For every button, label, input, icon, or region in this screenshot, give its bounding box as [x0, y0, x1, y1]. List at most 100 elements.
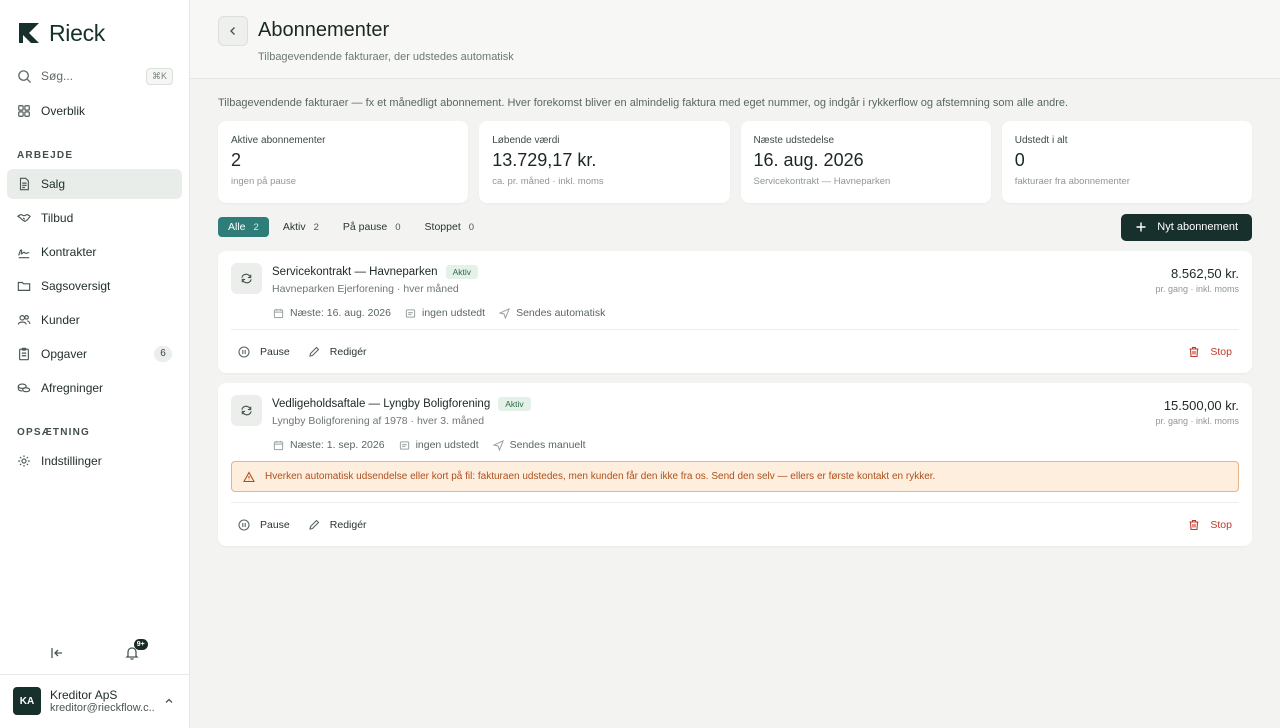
sidebar-tools: 9+	[0, 631, 189, 675]
status-badge: Aktiv	[445, 265, 478, 279]
stat-card-issued-total: Udstedt i alt 0 fakturaer fra abonnement…	[1001, 121, 1252, 203]
filter-label: På pause	[342, 221, 388, 233]
account-email: kreditor@rieckflow.c...	[50, 702, 154, 714]
collapse-sidebar-icon[interactable]	[49, 645, 65, 661]
subscription-title[interactable]: Servicekontrakt — Havneparken	[272, 266, 438, 278]
trash-icon	[1189, 519, 1199, 530]
section-label-work: ARBEJDE	[17, 150, 74, 161]
account-name: Kreditor ApS	[50, 688, 118, 702]
account-switcher[interactable]: KA Kreditor ApS kreditor@rieckflow.c...	[0, 675, 189, 728]
intro-text: Tilbagevendende fakturaer — fx et månedl…	[218, 97, 1069, 109]
subscription-title[interactable]: Vedligeholdsaftale — Lyngby Boligforenin…	[272, 398, 490, 410]
page-subtitle: Tilbagevendende fakturaer, der udstedes …	[258, 51, 514, 63]
edit-button[interactable]: Redigér	[308, 346, 367, 358]
main-content: Abonnementer Tilbagevendende fakturaer, …	[190, 0, 1280, 728]
nav-label: Afregninger	[41, 381, 104, 395]
pause-button[interactable]: Pause	[238, 519, 290, 531]
filter-tab-all[interactable]: Alle 2	[218, 217, 269, 237]
stat-note: ca. pr. måned · inkl. moms	[492, 176, 604, 187]
meta-text: Næste: 1. sep. 2026	[290, 439, 385, 451]
meta-text: Sendes automatisk	[516, 307, 606, 319]
action-label: Stop	[1210, 518, 1232, 531]
meta-text: ingen udstedt	[422, 307, 486, 319]
filter-count: 2	[313, 221, 319, 233]
recurring-icon-box	[231, 263, 262, 294]
trash-icon	[1189, 346, 1199, 357]
subscription-meta: Næste: 16. aug. 2026 ingen udstedt Sende…	[273, 307, 1239, 319]
filter-label: Stoppet	[424, 221, 461, 233]
status-badge: Aktiv	[498, 397, 531, 411]
issued-count: ingen udstedt	[405, 307, 485, 319]
refresh-icon	[241, 273, 252, 284]
pause-button[interactable]: Pause	[238, 346, 290, 358]
nav-item-settings[interactable]: Indstillinger	[7, 446, 182, 476]
nav-item-afregninger[interactable]: Afregninger	[7, 373, 182, 403]
subscription-card: Vedligeholdsaftale — Lyngby Boligforenin…	[218, 383, 1252, 546]
gear-icon	[18, 455, 30, 467]
filter-tab-paused[interactable]: På pause 0	[333, 217, 411, 237]
stat-card-running-value: Løbende værdi 13.729,17 kr. ca. pr. måne…	[479, 121, 730, 203]
nav-label: Sagsoversigt	[41, 279, 111, 293]
nav-label: Kunder	[41, 313, 80, 327]
tasks-count-badge: 6	[154, 346, 172, 362]
stat-value: 0	[1014, 150, 1025, 170]
issued-count: ingen udstedt	[399, 439, 479, 451]
content-area: Tilbagevendende fakturaer — fx et månedl…	[190, 79, 1280, 546]
filter-tab-active[interactable]: Aktiv 2	[273, 217, 329, 237]
stat-value: 13.729,17 kr.	[492, 150, 597, 170]
folder-icon	[17, 281, 31, 291]
filter-tab-stopped[interactable]: Stoppet 0	[415, 217, 485, 237]
filter-label: Aktiv	[282, 221, 306, 233]
filter-count: 0	[395, 221, 401, 233]
logo-icon	[19, 23, 39, 43]
stat-note: fakturaer fra abonnementer	[1014, 176, 1130, 187]
section-label-setup: OPSÆTNING	[17, 427, 91, 438]
button-label: Nyt abonnement	[1157, 221, 1238, 233]
stat-label: Aktive abonnementer	[231, 135, 326, 146]
nav-label: Indstillinger	[41, 454, 102, 468]
nav-item-tilbud[interactable]: Tilbud	[7, 203, 182, 233]
nav-item-kunder[interactable]: Kunder	[7, 305, 182, 335]
sidebar-footer: 9+ KA Kreditor ApS kreditor@rieckflow.c.…	[0, 631, 189, 728]
plus-icon	[1136, 222, 1146, 232]
clipboard-icon	[19, 347, 29, 361]
nav-item-overview[interactable]: Overblik	[7, 96, 182, 126]
subscription-actions: Pause Redigér Stop	[231, 330, 1239, 373]
nav-label: Overblik	[41, 104, 86, 118]
next-date: Næste: 16. aug. 2026	[273, 307, 391, 319]
meta-text: Næste: 16. aug. 2026	[290, 307, 391, 319]
stat-value: 16. aug. 2026	[753, 150, 864, 170]
notifications-button[interactable]: 9+	[124, 638, 148, 661]
warning-banner: Hverken automatisk udsendelse eller kort…	[231, 461, 1239, 492]
nav-item-salg[interactable]: Salg	[7, 169, 182, 199]
stop-button[interactable]: Stop	[1188, 346, 1232, 358]
nav-item-opgaver[interactable]: Opgaver 6	[7, 339, 182, 369]
stat-label: Næste udstedelse	[753, 135, 835, 146]
edit-button[interactable]: Redigér	[308, 519, 367, 531]
nav-label: Opgaver	[41, 347, 88, 361]
nav-label: Tilbud	[41, 211, 74, 225]
filter-count: 2	[253, 221, 259, 233]
page-title: Abonnementer	[258, 19, 390, 41]
new-subscription-button[interactable]: Nyt abonnement	[1121, 213, 1252, 241]
action-label: Redigér	[329, 345, 367, 358]
subscription-card: Servicekontrakt — Havneparken Aktiv Havn…	[218, 251, 1252, 373]
filter-label: Alle	[228, 221, 246, 233]
stat-card-active: Aktive abonnementer 2 ingen på pause	[218, 121, 469, 203]
calendar-icon	[273, 440, 284, 450]
amount-note: pr. gang · inkl. moms	[1155, 284, 1239, 294]
filter-tabs: Alle 2 Aktiv 2 På pause 0 Stoppet 0	[218, 217, 484, 237]
subscription-actions: Pause Redigér Stop	[231, 503, 1239, 546]
sending-mode: Sendes manuelt	[492, 439, 586, 451]
nav-item-kontrakter[interactable]: Kontrakter	[7, 237, 182, 267]
back-button[interactable]	[218, 16, 248, 46]
nav-item-sagsoversigt[interactable]: Sagsoversigt	[7, 271, 182, 301]
nav-label: Kontrakter	[41, 245, 97, 259]
stop-button[interactable]: Stop	[1188, 519, 1232, 531]
search-box[interactable]: Søg... ⌘K	[17, 62, 173, 90]
signature-icon	[18, 249, 30, 259]
meta-text: Sendes manuelt	[509, 439, 586, 451]
nav-label: Salg	[41, 177, 66, 191]
brand[interactable]: Rieck	[0, 0, 189, 52]
search-input[interactable]: Søg...	[41, 69, 137, 83]
